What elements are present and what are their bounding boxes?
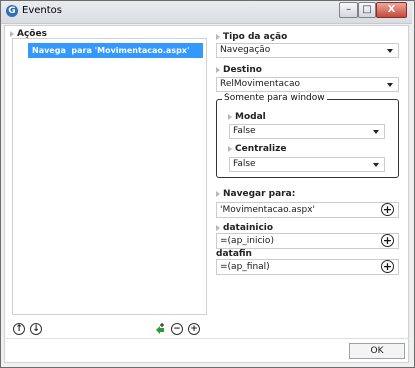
chevron-down-icon: [373, 163, 379, 167]
destino-header: Destino: [216, 65, 262, 75]
ok-button[interactable]: OK: [349, 343, 405, 359]
datainicio-header: datainicio: [216, 223, 273, 233]
app-logo-icon: G: [6, 5, 18, 17]
modal-header: Modal: [228, 112, 266, 122]
datafin-label: datafin: [216, 249, 252, 259]
tipo-header: Tipo da ação: [216, 32, 287, 42]
datainicio-label: datainicio: [223, 223, 274, 233]
navegar-header: Navegar para:: [216, 189, 295, 199]
minimize-button[interactable]: –: [339, 2, 358, 18]
modal-value: False: [233, 126, 256, 136]
collapse-triangle-icon: [228, 113, 232, 120]
datafin-field[interactable]: =(ap_final): [216, 259, 399, 275]
destino-select[interactable]: RelMovimentacao: [216, 77, 399, 92]
chevron-down-icon: [387, 83, 393, 87]
tipo-select[interactable]: Navegação: [216, 43, 399, 58]
datafin-header: datafin: [216, 249, 252, 259]
collapse-triangle-icon: [216, 33, 220, 40]
collapse-triangle-icon: [10, 30, 14, 37]
collapse-triangle-icon: [216, 66, 220, 73]
chevron-down-icon: [373, 130, 379, 134]
datainicio-value: =(ap_inicio): [220, 236, 274, 246]
collapse-triangle-icon: [216, 224, 220, 231]
chevron-down-icon: [387, 49, 393, 53]
acoes-list[interactable]: Navega para 'Movimentacao.aspx': [12, 38, 207, 315]
navegar-add-button[interactable]: +: [381, 203, 394, 216]
centralize-label: Centralize: [235, 144, 287, 154]
collapse-triangle-icon: [216, 190, 220, 197]
modal-label: Modal: [235, 112, 266, 122]
remove-button[interactable]: −: [171, 323, 183, 335]
navegar-value: 'Movimentacao.aspx': [220, 205, 316, 215]
datafin-value: =(ap_final): [220, 262, 270, 272]
modal-select[interactable]: False: [229, 124, 385, 139]
collapse-triangle-icon: [228, 145, 232, 152]
move-down-button[interactable]: ↓: [30, 323, 42, 335]
datafin-add-button[interactable]: +: [381, 260, 394, 273]
centralize-value: False: [233, 159, 256, 169]
list-item[interactable]: Navega para 'Movimentacao.aspx': [28, 43, 203, 58]
centralize-select[interactable]: False: [229, 157, 385, 172]
centralize-header: Centralize: [228, 144, 286, 154]
add-event-icon[interactable]: [154, 322, 167, 335]
destino-value: RelMovimentacao: [220, 79, 301, 89]
destino-label: Destino: [223, 65, 262, 75]
move-up-button[interactable]: ↑: [13, 323, 25, 335]
add-button[interactable]: +: [188, 323, 200, 335]
footer-divider: [4, 338, 409, 339]
group-legend: Somente para window: [222, 93, 327, 103]
datainicio-add-button[interactable]: +: [381, 234, 394, 247]
close-button[interactable]: X: [376, 2, 407, 18]
datainicio-field[interactable]: =(ap_inicio): [216, 233, 399, 249]
navegar-field[interactable]: 'Movimentacao.aspx': [216, 202, 399, 218]
window-title: Eventos: [22, 5, 62, 16]
maximize-button[interactable]: □: [358, 2, 376, 18]
tipo-label: Tipo da ação: [223, 32, 288, 42]
navegar-label: Navegar para:: [223, 189, 296, 199]
tipo-value: Navegação: [220, 45, 271, 55]
